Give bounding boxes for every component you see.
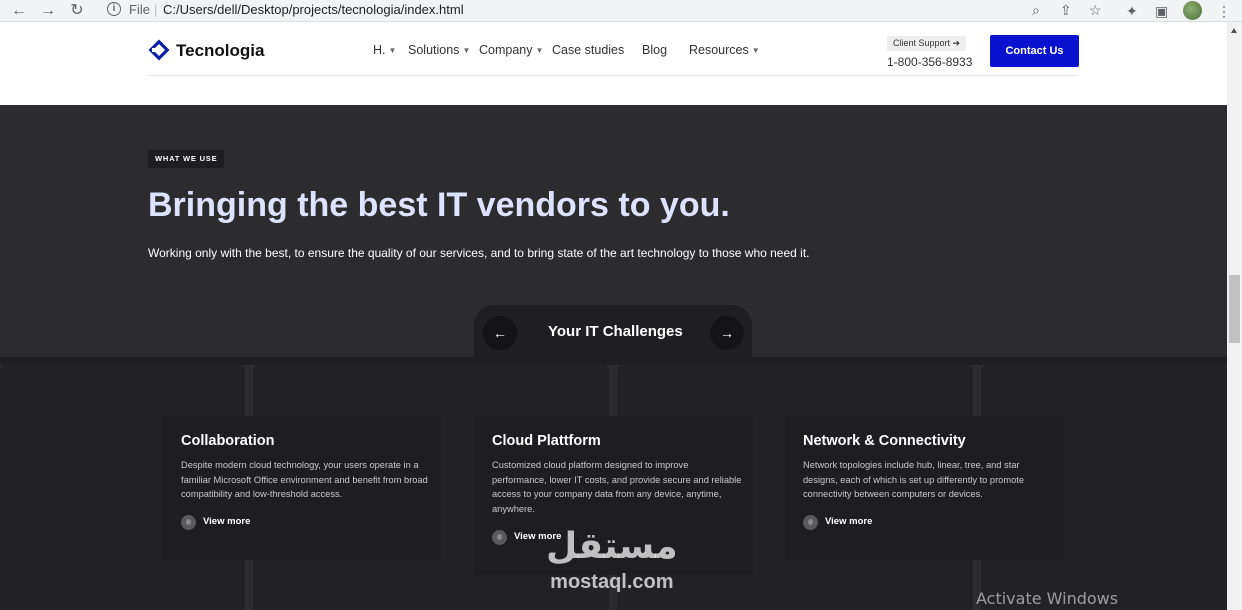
challenge-card-collaboration[interactable]: Collaboration Despite modern cloud techn…	[163, 416, 441, 560]
nav-item-solutions[interactable]: Solutions ▼	[408, 43, 470, 57]
address-bar[interactable]: i File | C:/Users/dell/Desktop/projects/…	[98, 0, 1113, 20]
share-icon[interactable]: ⇪	[1060, 1, 1072, 19]
circle-icon	[803, 515, 818, 530]
tecnologia-logo-icon[interactable]	[148, 39, 170, 61]
client-support-link[interactable]: Client Support ➔	[887, 36, 967, 51]
chevron-down-icon: ▼	[462, 46, 471, 55]
section-eyebrow: WHAT WE USE	[148, 150, 225, 168]
card-description: Network topologies include hub, linear, …	[803, 460, 1025, 499]
contact-us-button[interactable]: Contact Us	[990, 35, 1079, 67]
scrollbar-thumb[interactable]	[1229, 275, 1240, 343]
card-title: Collaboration	[181, 433, 275, 449]
card-title: Network & Connectivity	[803, 433, 966, 449]
prev-arrow-button[interactable]: ←	[483, 316, 517, 350]
side-panel-icon[interactable]: ▣	[1155, 1, 1168, 21]
section-subtext: Working only with the best, to ensure th…	[148, 246, 810, 260]
scheme-label: File	[129, 2, 150, 17]
next-arrow-button[interactable]: →	[710, 316, 744, 350]
star-icon[interactable]: ☆	[1089, 1, 1102, 19]
circle-icon	[181, 515, 196, 530]
nav-item-case-studies[interactable]: Case studies	[552, 43, 624, 57]
chevron-down-icon: ▼	[751, 46, 760, 55]
info-icon[interactable]: i	[107, 2, 121, 16]
card-description: Customized cloud platform designed to im…	[492, 460, 742, 514]
forward-arrow-icon[interactable]: →	[37, 1, 59, 21]
header-divider	[148, 75, 1078, 76]
address-separator: |	[154, 2, 158, 17]
profile-avatar[interactable]	[1183, 1, 1202, 20]
zoom-icon[interactable]: ⌕	[1032, 1, 1040, 19]
challenge-card-network[interactable]: Network & Connectivity Network topologie…	[785, 416, 1064, 560]
back-arrow-icon[interactable]: ←	[8, 1, 30, 21]
watermark-latin: mostaql.com	[550, 571, 674, 593]
page-scrollbar[interactable]	[1227, 22, 1242, 610]
card-title: Cloud Plattform	[492, 433, 601, 449]
nav-item-blog[interactable]: Blog	[642, 43, 667, 57]
activate-windows-notice: Activate Windows	[976, 589, 1119, 608]
chevron-down-icon: ▼	[388, 46, 397, 55]
extensions-icon[interactable]: ✦	[1126, 1, 1138, 21]
site-header: Tecnologia H. ▼ Solutions ▼ Company ▼ Case …	[0, 22, 1227, 105]
section-headline: Bringing the best IT vendors to you.	[148, 186, 730, 224]
nav-item-resources[interactable]: Resources ▼	[689, 43, 760, 57]
chevron-down-icon: ▼	[535, 46, 544, 55]
brand-name[interactable]: Tecnologia	[176, 41, 264, 61]
url-text[interactable]: C:/Users/dell/Desktop/projects/tecnologi…	[163, 2, 464, 17]
browser-toolbar: ← → ↻ i File | C:/Users/dell/Desktop/pro…	[0, 0, 1242, 22]
nav-item-company[interactable]: Company ▼	[479, 43, 543, 57]
support-phone[interactable]: 1-800-356-8933	[887, 55, 972, 69]
nav-item-home[interactable]: H. ▼	[373, 43, 396, 57]
more-menu-icon[interactable]: ⋮	[1217, 1, 1231, 21]
reload-icon[interactable]: ↻	[66, 1, 88, 21]
mostaql-watermark: مستقل mostaql.com	[546, 526, 678, 592]
circle-icon	[492, 530, 507, 545]
card-description: Despite modern cloud technology, your us…	[181, 460, 428, 499]
challenges-title: Your IT Challenges	[548, 323, 683, 340]
scroll-up-icon[interactable]	[1231, 28, 1237, 33]
watermark-arabic: مستقل	[546, 526, 678, 567]
